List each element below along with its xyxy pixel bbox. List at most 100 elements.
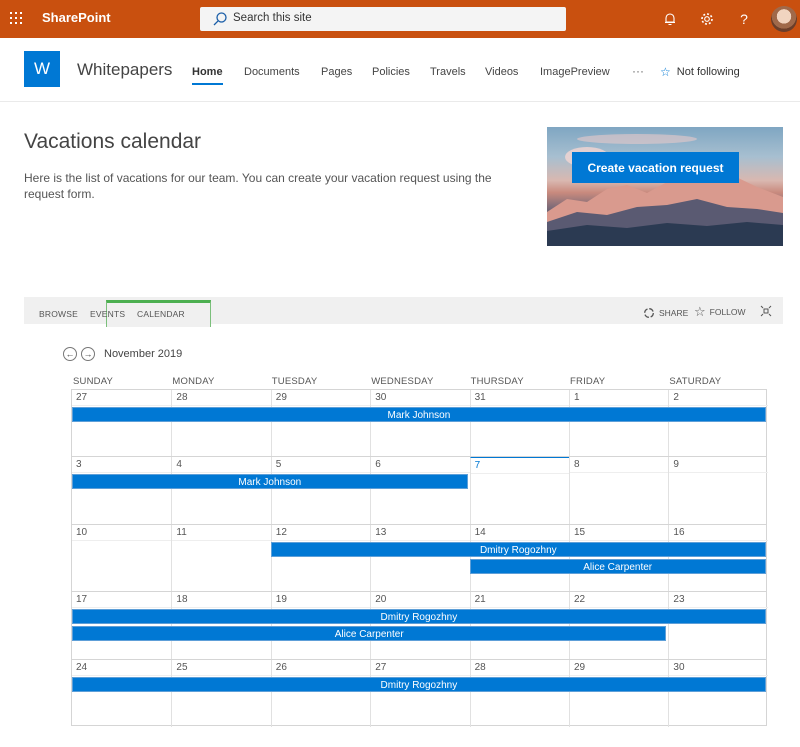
follow-ribbon-button[interactable]: ☆ FOLLOW <box>694 305 746 318</box>
calendar-day-cell[interactable]: 3 <box>72 457 172 524</box>
day-number[interactable]: 2 <box>673 392 679 403</box>
day-number[interactable]: 18 <box>176 594 187 605</box>
day-number[interactable]: 16 <box>673 527 684 538</box>
calendar-day-cell[interactable]: 2 <box>668 390 768 457</box>
calendar-day-cell[interactable]: 29 <box>569 659 669 727</box>
app-name[interactable]: SharePoint <box>42 10 111 25</box>
day-number[interactable]: 20 <box>375 594 386 605</box>
day-number[interactable]: 31 <box>475 392 486 403</box>
calendar-event[interactable]: Alice Carpenter <box>72 626 667 642</box>
calendar-day-cell[interactable]: 25 <box>171 659 271 727</box>
calendar-event[interactable]: Dmitry Rogozhny <box>72 676 766 692</box>
cell-divider <box>271 539 371 541</box>
day-number[interactable]: 8 <box>574 459 580 470</box>
day-number[interactable]: 10 <box>76 527 87 538</box>
day-number[interactable]: 13 <box>375 527 386 538</box>
day-number[interactable]: 17 <box>76 594 87 605</box>
nav-imagepreview[interactable]: ImagePreview <box>540 66 610 78</box>
day-number[interactable]: 30 <box>673 662 684 673</box>
day-number[interactable]: 21 <box>475 594 486 605</box>
day-number[interactable]: 1 <box>574 392 580 403</box>
calendar-day-cell[interactable]: 30 <box>370 390 470 457</box>
day-number[interactable]: 27 <box>375 662 386 673</box>
calendar-day-cell[interactable]: 8 <box>569 457 669 525</box>
day-number[interactable]: 24 <box>76 662 87 673</box>
calendar-day-cell[interactable]: 31 <box>469 390 569 457</box>
ribbon-tab-calendar[interactable]: CALENDAR <box>137 309 185 319</box>
calendar-day-cell[interactable]: 28 <box>171 390 271 457</box>
calendar-day-cell[interactable]: 28 <box>469 659 569 727</box>
cell-divider <box>470 473 569 475</box>
day-number[interactable]: 15 <box>574 527 585 538</box>
nav-travels[interactable]: Travels <box>430 66 466 78</box>
day-number[interactable]: 6 <box>375 459 381 470</box>
day-number[interactable]: 12 <box>276 527 287 538</box>
calendar-day-cell[interactable]: 13 <box>370 524 470 592</box>
calendar-day-cell[interactable]: 27 <box>72 390 172 457</box>
calendar-event[interactable]: Dmitry Rogozhny <box>72 609 766 625</box>
day-number[interactable]: 5 <box>276 459 282 470</box>
nav-home[interactable]: Home <box>192 66 223 85</box>
day-number[interactable]: 28 <box>176 392 187 403</box>
day-number[interactable]: 29 <box>574 662 585 673</box>
calendar-day-cell[interactable]: 11 <box>171 524 271 592</box>
day-number[interactable]: 25 <box>176 662 187 673</box>
day-number[interactable]: 29 <box>276 392 287 403</box>
day-number[interactable]: 26 <box>276 662 287 673</box>
day-number[interactable]: 7 <box>475 460 481 471</box>
focus-on-content-button[interactable] <box>760 305 772 317</box>
day-header-tuesday: TUESDAY <box>271 376 318 387</box>
site-logo[interactable]: W <box>24 51 60 87</box>
day-number[interactable]: 11 <box>176 527 186 538</box>
calendar-day-cell[interactable]: 10 <box>72 525 172 592</box>
create-vacation-request-button[interactable]: Create vacation request <box>572 152 739 183</box>
follow-button[interactable]: ☆ Not following <box>660 65 740 79</box>
calendar-day-cell[interactable]: 5 <box>270 457 371 525</box>
day-number[interactable]: 3 <box>76 459 82 470</box>
calendar-day-cell[interactable]: 9 <box>668 457 768 525</box>
avatar[interactable] <box>771 6 797 32</box>
calendar-event[interactable]: Dmitry Rogozhny <box>270 541 766 557</box>
help-icon[interactable]: ? <box>735 10 753 28</box>
calendar-day-cell[interactable]: 23 <box>668 592 768 660</box>
calendar-day-cell-today[interactable]: 7 <box>469 457 569 525</box>
calendar-event[interactable]: Mark Johnson <box>72 474 468 490</box>
bell-icon[interactable] <box>661 10 679 28</box>
day-number[interactable]: 28 <box>475 662 486 673</box>
day-number[interactable]: 9 <box>673 459 679 470</box>
share-button[interactable]: SHARE <box>643 307 688 319</box>
ribbon-tab-events[interactable]: EVENTS <box>90 309 125 319</box>
calendar-day-cell[interactable]: 1 <box>569 390 669 457</box>
calendar-day-cell[interactable]: 24 <box>72 660 172 727</box>
calendar-day-cell[interactable]: 26 <box>270 659 371 727</box>
share-icon <box>644 308 654 318</box>
calendar-day-cell[interactable]: 6 <box>370 457 470 525</box>
day-number[interactable]: 22 <box>574 594 585 605</box>
calendar-day-cell[interactable]: 29 <box>270 390 371 457</box>
more-nav-button[interactable]: ··· <box>632 64 644 78</box>
site-title[interactable]: Whitepapers <box>77 60 172 80</box>
day-number[interactable]: 4 <box>176 459 182 470</box>
calendar-day-cell[interactable]: 27 <box>370 659 470 727</box>
day-number[interactable]: 19 <box>276 594 287 605</box>
nav-documents[interactable]: Documents <box>244 66 300 78</box>
search-input[interactable]: Search this site <box>233 12 312 24</box>
calendar-event[interactable]: Alice Carpenter <box>469 558 766 574</box>
day-number[interactable]: 27 <box>76 392 87 403</box>
waffle-icon[interactable] <box>10 12 24 26</box>
calendar-event[interactable]: Mark Johnson <box>72 407 766 422</box>
day-number[interactable]: 23 <box>673 594 684 605</box>
calendar-day-cell[interactable]: 4 <box>171 457 271 525</box>
calendar-day-cell[interactable]: 30 <box>668 659 768 727</box>
calendar-day-cell[interactable]: 12 <box>270 524 371 592</box>
gear-icon[interactable] <box>698 10 716 28</box>
search-box[interactable]: Search this site <box>200 7 566 31</box>
nav-policies[interactable]: Policies <box>372 66 410 78</box>
day-number[interactable]: 14 <box>475 527 486 538</box>
nav-videos[interactable]: Videos <box>485 66 518 78</box>
day-number[interactable]: 30 <box>375 392 386 403</box>
next-month-button[interactable]: → <box>81 347 95 361</box>
nav-pages[interactable]: Pages <box>321 66 352 78</box>
ribbon-tab-browse[interactable]: BROWSE <box>39 309 78 319</box>
previous-month-button[interactable]: ← <box>63 347 77 361</box>
